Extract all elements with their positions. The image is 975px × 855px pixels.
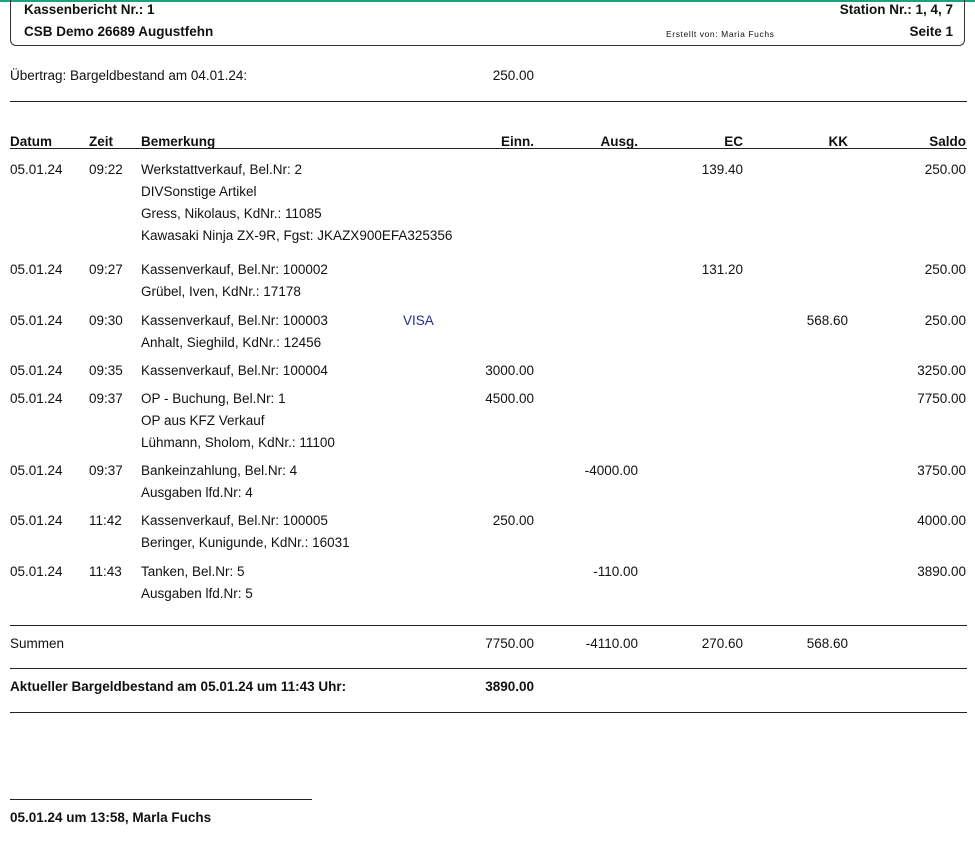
row-date: 05.01.24 [10,313,63,328]
company-name: CSB Demo 26689 Augustfehn [24,24,214,39]
row-balance: 3250.00 [917,363,966,378]
row-balance: 3750.00 [917,463,966,478]
row-remark-line: Grübel, Iven, KdNr.: 17178 [141,284,301,299]
row-remark-line: DIVSonstige Artikel [141,184,257,199]
current-cash-value: 3890.00 [485,679,534,694]
row-remark-line: Bankeinzahlung, Bel.Nr: 4 [141,463,298,478]
row-remark-line: Kassenverkauf, Bel.Nr: 100005 [141,513,328,528]
divider [10,101,967,102]
divider [10,625,967,626]
row-date: 05.01.24 [10,564,63,579]
carryover-value: 250.00 [492,68,534,83]
row-balance: 250.00 [924,313,966,328]
row-remark-line: Kawasaki Ninja ZX-9R, Fgst: JKAZX900EFA3… [141,228,453,243]
row-remark-line: OP - Buchung, Bel.Nr: 1 [141,391,286,406]
row-balance: 7750.00 [917,391,966,406]
totals-income: 7750.00 [485,636,534,651]
carryover-label: Übertrag: Bargeldbestand am 04.01.24: [10,68,248,83]
totals-label: Summen [10,636,65,651]
row-income: 3000.00 [485,363,534,378]
row-time: 09:37 [89,391,123,406]
totals-ec: 270.60 [701,636,743,651]
report-title: Kassenbericht Nr.: 1 [24,2,155,17]
header-underline [10,148,967,149]
row-time: 09:30 [89,313,123,328]
row-time: 09:35 [89,363,123,378]
row-balance: 3890.00 [917,564,966,579]
row-date: 05.01.24 [10,513,63,528]
row-expense: -4000.00 [584,463,638,478]
row-remark-line: Kassenverkauf, Bel.Nr: 100002 [141,262,328,277]
row-time: 11:43 [89,564,122,579]
row-ec: 131.20 [701,262,743,277]
totals-kk: 568.60 [806,636,848,651]
row-kk: 568.60 [806,313,848,328]
row-balance: 4000.00 [917,513,966,528]
divider [10,712,967,713]
row-remark-line: Kassenverkauf, Bel.Nr: 100004 [141,363,328,378]
payment-tag: VISA [403,313,434,328]
totals-expense: -4110.00 [585,636,638,651]
row-balance: 250.00 [924,162,966,177]
row-time: 09:37 [89,463,123,478]
row-balance: 250.00 [924,262,966,277]
station-number: Station Nr.: 1, 4, 7 [839,2,953,17]
report-header: Kassenbericht Nr.: 1 Station Nr.: 1, 4, … [10,0,965,46]
row-remark-line: Anhalt, Sieghild, KdNr.: 12456 [141,335,322,350]
row-remark-line: Gress, Nikolaus, KdNr.: 11085 [141,206,322,221]
row-time: 09:27 [89,262,123,277]
row-remark-line: Ausgaben lfd.Nr: 4 [141,485,253,500]
row-date: 05.01.24 [10,391,63,406]
row-time: 11:42 [89,513,122,528]
row-remark-line: Werkstattverkauf, Bel.Nr: 2 [141,162,303,177]
row-remark-line: Ausgaben lfd.Nr: 5 [141,586,253,601]
signature-line [10,799,312,800]
row-expense: -110.00 [593,564,638,579]
row-remark-line: Beringer, Kunigunde, KdNr.: 16031 [141,535,350,550]
row-date: 05.01.24 [10,162,63,177]
row-ec: 139.40 [701,162,743,177]
row-income: 250.00 [492,513,534,528]
page-number: Seite 1 [909,24,953,39]
row-date: 05.01.24 [10,463,63,478]
row-time: 09:22 [89,162,123,177]
signature-text: 05.01.24 um 13:58, Marla Fuchs [10,810,212,825]
row-remark-line: Kassenverkauf, Bel.Nr: 100003 [141,313,328,328]
row-date: 05.01.24 [10,363,63,378]
divider [10,668,967,669]
row-remark-line: Lühmann, Sholom, KdNr.: 11100 [141,435,335,450]
row-income: 4500.00 [485,391,534,406]
row-date: 05.01.24 [10,262,63,277]
current-cash-label: Aktueller Bargeldbestand am 05.01.24 um … [10,679,347,694]
row-remark-line: Tanken, Bel.Nr: 5 [141,564,245,579]
row-remark-line: OP aus KFZ Verkauf [141,413,265,428]
created-by: Erstellt von: Maria Fuchs [666,29,775,39]
